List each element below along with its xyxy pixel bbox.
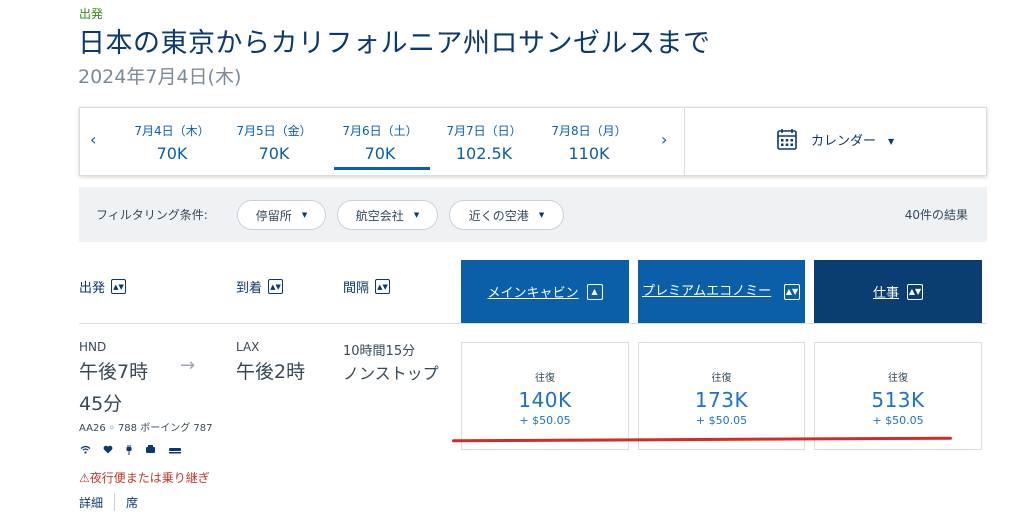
sort-by-arrive[interactable]: 到着 ▲▼ bbox=[236, 277, 284, 296]
date-option-price: 110K bbox=[568, 144, 610, 163]
chevron-down-icon: ▼ bbox=[301, 211, 308, 219]
divider bbox=[114, 493, 116, 511]
calendar-button[interactable]: カレンダー ▼ bbox=[777, 128, 894, 150]
fare-trip-type: 往復 bbox=[888, 373, 908, 384]
divider bbox=[684, 108, 685, 175]
filter-bar: フィルタリング条件: 停留所 ▼ 航空会社 ▼ 近くの空港 ▼ 40件の結果 bbox=[79, 187, 987, 242]
origin-airport-code: HND bbox=[79, 340, 107, 354]
sort-icon: ▲▼ bbox=[111, 279, 127, 294]
meal-icon bbox=[145, 445, 156, 458]
column-label: 出発 bbox=[79, 281, 106, 296]
cabin-tab-label: メインキャビン bbox=[487, 286, 579, 301]
fare-trip-type: 往復 bbox=[711, 373, 732, 384]
filter-chip-label: 停留所 bbox=[255, 208, 292, 223]
filter-airline-dropdown[interactable]: 航空会社 ▼ bbox=[337, 200, 438, 230]
chevron-down-icon: ▼ bbox=[413, 211, 420, 219]
sort-icon: ▲▼ bbox=[907, 283, 923, 300]
flight-aircraft: AA26 ◦ 788 ボーイング 787 bbox=[79, 423, 213, 434]
overnight-warning: ⚠夜行便または乗り継ぎ bbox=[79, 471, 210, 485]
fare-points: 140K bbox=[518, 388, 572, 412]
date-option-label: 7月7日（日） bbox=[446, 124, 522, 138]
cabin-tab-main[interactable]: メインキャビン ▲ bbox=[461, 260, 629, 323]
column-label: 到着 bbox=[236, 281, 263, 296]
divider bbox=[79, 323, 987, 324]
cabin-tab-business[interactable]: 仕事 ▲▼ bbox=[814, 260, 982, 323]
cabin-tab-label: 仕事 bbox=[872, 286, 899, 301]
page-title: 日本の東京からカリフォルニア州ロサンゼルスまで bbox=[78, 28, 711, 59]
flight-duration: 10時間15分 bbox=[343, 344, 416, 359]
date-option-label: 7月5日（金） bbox=[236, 124, 312, 138]
column-label: 間隔 bbox=[343, 281, 370, 296]
fare-taxes: + $50.05 bbox=[519, 414, 571, 427]
stops-info: ノンストップ bbox=[343, 364, 439, 383]
sort-by-depart[interactable]: 出発 ▲▼ bbox=[79, 277, 127, 296]
next-dates-button[interactable]: › bbox=[661, 130, 667, 149]
cabin-tab-premium-economy[interactable]: プレミアムエコノミー ▲▼ bbox=[638, 260, 805, 323]
date-option-label: 7月4日（木） bbox=[134, 124, 210, 138]
date-option[interactable]: 7月4日（木） 70K bbox=[124, 122, 220, 163]
previous-dates-button[interactable]: ‹ bbox=[90, 130, 96, 149]
result-count: 40件の結果 bbox=[904, 208, 968, 222]
filter-stops-dropdown[interactable]: 停留所 ▼ bbox=[237, 200, 326, 230]
calendar-icon bbox=[777, 129, 797, 150]
date-option-price: 70K bbox=[258, 144, 290, 163]
cabin-tab-label: プレミアムエコノミー bbox=[642, 284, 772, 299]
date-option-selected[interactable]: 7月6日（土） 70K bbox=[332, 122, 430, 170]
date-option-price: 70K bbox=[156, 144, 188, 163]
arrival-time: 午後2時 bbox=[236, 361, 306, 383]
date-option[interactable]: 7月8日（月） 110K bbox=[541, 122, 637, 163]
date-option[interactable]: 7月7日（日） 102.5K bbox=[436, 122, 532, 163]
trip-direction-label: 出発 bbox=[79, 7, 104, 21]
filter-label: フィルタリング条件: bbox=[96, 208, 208, 222]
filter-chip-label: 航空会社 bbox=[355, 208, 404, 223]
filter-chip-label: 近くの空港 bbox=[468, 208, 529, 223]
sort-icon: ▲▼ bbox=[268, 279, 284, 294]
seats-link[interactable]: 席 bbox=[126, 494, 138, 511]
fare-business[interactable]: 往復 513K + $50.05 bbox=[814, 342, 982, 450]
calendar-label: カレンダー bbox=[811, 133, 877, 149]
date-option-price: 102.5K bbox=[455, 144, 513, 163]
date-option-label: 7月8日（月） bbox=[551, 124, 627, 138]
fare-premium-economy[interactable]: 往復 173K + $50.05 bbox=[638, 342, 805, 450]
date-option-label: 7月6日（土） bbox=[342, 124, 418, 138]
fare-trip-type: 往復 bbox=[535, 373, 555, 384]
power-outlet-icon bbox=[125, 445, 133, 458]
seat-icon bbox=[168, 445, 182, 458]
chevron-down-icon: ▼ bbox=[538, 211, 545, 219]
departure-time: 午後7時 bbox=[79, 361, 149, 383]
flight-links: 詳細 席 bbox=[79, 493, 138, 511]
filter-nearby-airports-dropdown[interactable]: 近くの空港 ▼ bbox=[449, 200, 564, 230]
destination-airport-code: LAX bbox=[236, 340, 260, 354]
details-link[interactable]: 詳細 bbox=[79, 494, 103, 511]
sort-by-duration[interactable]: 間隔 ▲▼ bbox=[343, 277, 391, 296]
fare-points: 173K bbox=[694, 388, 749, 412]
amenities bbox=[80, 445, 182, 458]
entertainment-icon bbox=[103, 445, 113, 458]
fare-taxes: + $50.05 bbox=[872, 414, 924, 427]
sort-icon: ▲▼ bbox=[784, 283, 800, 300]
fare-taxes: + $50.05 bbox=[695, 414, 748, 427]
arrow-right-icon: → bbox=[180, 355, 196, 376]
sort-ascending-icon: ▲ bbox=[586, 283, 603, 300]
chevron-down-icon: ▼ bbox=[888, 136, 895, 146]
travel-date: 2024年7月4日(木) bbox=[78, 66, 242, 88]
sort-icon: ▲▼ bbox=[375, 279, 391, 294]
date-option[interactable]: 7月5日（金） 70K bbox=[226, 122, 322, 163]
departure-time-minutes: 45分 bbox=[79, 393, 123, 415]
fare-main-cabin[interactable]: 往復 140K + $50.05 bbox=[461, 342, 629, 450]
date-option-price: 70K bbox=[364, 144, 396, 163]
wifi-icon bbox=[80, 445, 91, 458]
fare-points: 513K bbox=[871, 388, 925, 412]
date-selector: ‹ 7月4日（木） 70K 7月5日（金） 70K 7月6日（土） 70K 7月… bbox=[79, 107, 987, 176]
